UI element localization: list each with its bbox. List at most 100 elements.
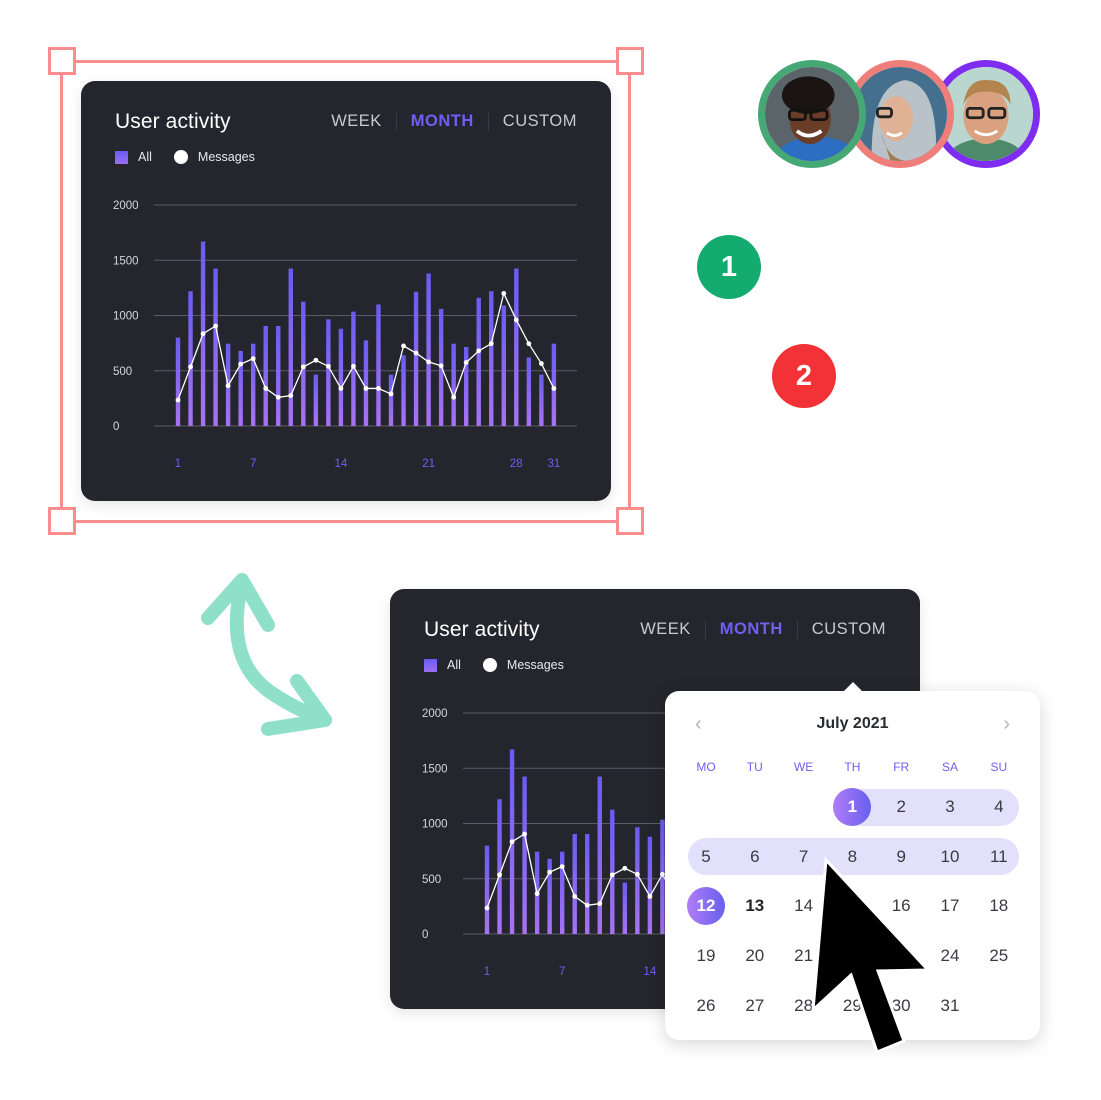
calendar-day[interactable]: 14 (785, 887, 823, 925)
weekday-sa: SA (941, 760, 958, 774)
calendar-day[interactable]: 22 (833, 937, 871, 975)
point-messages (488, 341, 494, 347)
bar-all (301, 301, 306, 426)
bar-all (263, 325, 268, 426)
calendar-day[interactable]: 19 (687, 937, 725, 975)
x-tick-label: 14 (334, 458, 347, 470)
point-messages (526, 341, 532, 347)
calendar-day[interactable]: 5 (687, 838, 725, 876)
bar-all (288, 268, 293, 426)
bar-all (597, 776, 602, 934)
point-messages (501, 291, 507, 296)
calendar-day[interactable]: 29 (833, 987, 871, 1025)
calendar-day[interactable]: 11 (980, 838, 1018, 876)
calendar-day[interactable]: 9 (882, 838, 920, 876)
resize-handle-bottom-right[interactable] (616, 507, 644, 535)
point-messages (401, 343, 406, 349)
calendar-day[interactable]: 2 (882, 788, 920, 826)
calendar-day[interactable]: 25 (980, 937, 1018, 975)
bar-all (363, 340, 369, 426)
point-messages (534, 891, 540, 897)
calendar-day[interactable]: 7 (785, 838, 823, 876)
point-messages (363, 386, 369, 391)
step-badge-2: 2 (772, 344, 836, 408)
point-messages (609, 872, 615, 878)
weekday-mo: MO (696, 760, 716, 774)
bar-all (489, 291, 494, 426)
resize-handle-top-right[interactable] (616, 47, 644, 75)
bar-all (326, 319, 331, 426)
y-tick-label: 1500 (422, 763, 448, 775)
point-messages (476, 348, 482, 354)
x-tick-label: 21 (422, 458, 435, 470)
calendar-day[interactable]: 18 (980, 887, 1018, 925)
calendar-day[interactable]: 15 (833, 887, 871, 925)
point-messages (497, 872, 502, 878)
point-messages (313, 357, 319, 363)
point-messages (338, 386, 344, 391)
point-messages (376, 386, 381, 391)
popover-pointer (843, 682, 863, 692)
calendar-day[interactable]: 30 (882, 987, 920, 1025)
calendar-day[interactable]: 13 (736, 887, 774, 925)
weekday-fr: FR (893, 760, 910, 774)
point-messages (522, 831, 527, 837)
calendar-day[interactable]: 8 (833, 838, 871, 876)
bar-all (376, 304, 381, 426)
calendar-day[interactable]: 21 (785, 937, 823, 975)
calendar-day[interactable]: 4 (980, 788, 1018, 826)
calendar-day[interactable]: 20 (736, 937, 774, 975)
calendar-day[interactable]: 28 (785, 987, 823, 1025)
point-messages (188, 364, 193, 370)
calendar-day[interactable]: 10 (931, 838, 969, 876)
point-messages (538, 361, 544, 366)
step-badge-1: 1 (697, 235, 761, 299)
resize-handle-top-left[interactable] (48, 47, 76, 75)
y-tick-label: 2000 (113, 200, 139, 212)
y-tick-label: 1000 (113, 311, 139, 323)
calendar-day[interactable]: 6 (736, 838, 774, 876)
y-tick-label: 0 (113, 421, 119, 433)
point-messages (438, 363, 444, 369)
point-messages (634, 871, 640, 877)
calendar-day[interactable]: 24 (931, 937, 969, 975)
calendar-day[interactable]: 16 (882, 887, 920, 925)
point-messages (647, 894, 653, 899)
point-messages (584, 902, 590, 908)
point-messages (288, 393, 294, 399)
avatar-1[interactable] (758, 60, 866, 168)
point-messages (225, 383, 231, 389)
bar-all (526, 357, 532, 426)
y-tick-label: 1500 (113, 255, 139, 267)
y-tick-label: 0 (422, 929, 428, 941)
user-activity-card: User activity WEEK MONTH CUSTOM All Mess… (81, 81, 611, 501)
x-tick-label: 28 (510, 458, 523, 470)
weekday-tu: TU (746, 760, 763, 774)
selection-border-right (628, 62, 631, 522)
bar-all (539, 374, 544, 426)
bar-all (635, 827, 640, 934)
bar-all (647, 836, 653, 934)
point-messages (484, 905, 490, 911)
resize-handle-bottom-left[interactable] (48, 507, 76, 535)
calendar-day[interactable]: 12 (687, 887, 725, 926)
chevron-right-icon[interactable]: › (1003, 713, 1010, 736)
calendar-day[interactable]: 17 (931, 887, 969, 925)
avatar-photo-1 (765, 67, 859, 161)
bar-all (338, 328, 344, 426)
calendar-day[interactable]: 26 (687, 987, 725, 1025)
x-tick-label: 1 (175, 458, 181, 470)
point-messages (275, 394, 281, 400)
calendar-day[interactable]: 27 (736, 987, 774, 1025)
calendar-day[interactable]: 23 (882, 937, 920, 975)
x-tick-label: 7 (559, 966, 565, 978)
calendar-day[interactable]: 3 (931, 788, 969, 826)
bar-all (463, 346, 469, 426)
point-messages (200, 331, 206, 337)
bar-all (572, 833, 577, 934)
point-messages (451, 394, 457, 400)
y-tick-label: 500 (422, 874, 441, 886)
point-messages (547, 869, 553, 875)
calendar-day[interactable]: 31 (931, 987, 969, 1025)
point-messages (325, 363, 331, 369)
